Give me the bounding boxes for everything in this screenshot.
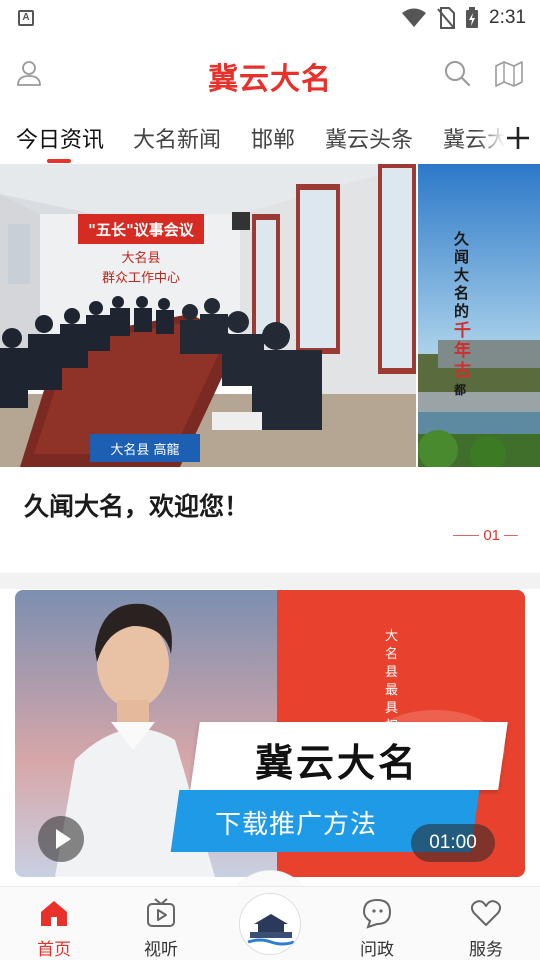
video-duration: 01:00	[411, 824, 495, 862]
nameplate-text: 大名县 高龍	[110, 442, 179, 458]
video-card[interactable]: 大名县最具权 冀云大名 下载推广方法 01:00	[15, 590, 525, 877]
nav-service[interactable]: 服务	[446, 887, 526, 960]
heart-icon	[470, 900, 502, 926]
sign-sub1-text: 大名县	[121, 250, 160, 266]
banner-caption-area[interactable]: 久闻大名，欢迎您！ 01	[0, 467, 540, 573]
sign-sub2-text: 群众工作中心	[102, 271, 180, 286]
tv-icon	[147, 898, 175, 927]
battery-charging-icon	[466, 7, 479, 28]
no-sim-icon	[437, 7, 456, 29]
a-letter-icon: A	[18, 10, 34, 26]
plus-icon[interactable]	[504, 124, 532, 152]
banner-carousel[interactable]: "五长"议事会议 大名县 群众工作中心 大名县 高龍 久闻大名的 千年古都	[0, 164, 540, 467]
section-divider	[0, 573, 540, 589]
status-icons: 2:31	[401, 6, 526, 30]
search-icon[interactable]	[442, 58, 472, 88]
banner-caption[interactable]: 久闻大名，欢迎您！	[24, 487, 249, 523]
nav-inquiry[interactable]: 问政	[337, 887, 417, 960]
city-logo-icon	[240, 894, 300, 954]
play-icon	[56, 829, 71, 849]
nav-home-label: 首页	[37, 940, 71, 960]
nav-service-label: 服务	[469, 940, 503, 960]
nav-video[interactable]: 视听	[121, 887, 201, 960]
nav-video-label: 视听	[144, 940, 178, 960]
indicator-number: 01	[483, 527, 500, 544]
map-icon[interactable]	[494, 58, 524, 88]
sign-main-text: "五长"议事会议	[88, 221, 195, 239]
nav-inquiry-label: 问政	[360, 940, 394, 960]
video-subtitle: 下载推广方法	[215, 810, 378, 840]
tab-handan[interactable]: 邯郸	[251, 122, 295, 154]
banner-ancient-city-image[interactable]: 久闻大名的 千年古都	[418, 164, 540, 467]
banner-page-indicator: 01	[453, 527, 518, 544]
indicator-line-left	[453, 535, 480, 536]
play-button[interactable]	[38, 816, 84, 862]
tab-jiyun-headlines[interactable]: 冀云头条	[325, 122, 413, 154]
indicator-line-right	[504, 535, 518, 536]
tab-today-news[interactable]: 今日资讯	[16, 122, 104, 154]
status-time: 2:31	[489, 7, 526, 28]
active-tab-indicator	[47, 159, 71, 163]
nav-center-logo[interactable]	[239, 893, 301, 955]
wifi-icon	[402, 8, 427, 27]
video-vertical-text: 大名县最具权	[385, 629, 399, 734]
app-header: 冀云大名	[0, 44, 540, 104]
nav-home[interactable]: 首页	[14, 887, 94, 960]
channel-tabs: 今日资讯 大名新闻 邯郸 冀云头条 冀云大	[0, 112, 540, 164]
status-bar: A 2:31	[0, 0, 540, 36]
banner-meeting-image[interactable]: "五长"议事会议 大名县 群众工作中心 大名县 高龍	[0, 164, 416, 467]
home-icon	[41, 901, 67, 926]
tab-daming-news[interactable]: 大名新闻	[133, 122, 221, 154]
video-title: 冀云大名	[255, 741, 420, 785]
chat-bubble-icon	[362, 898, 392, 929]
